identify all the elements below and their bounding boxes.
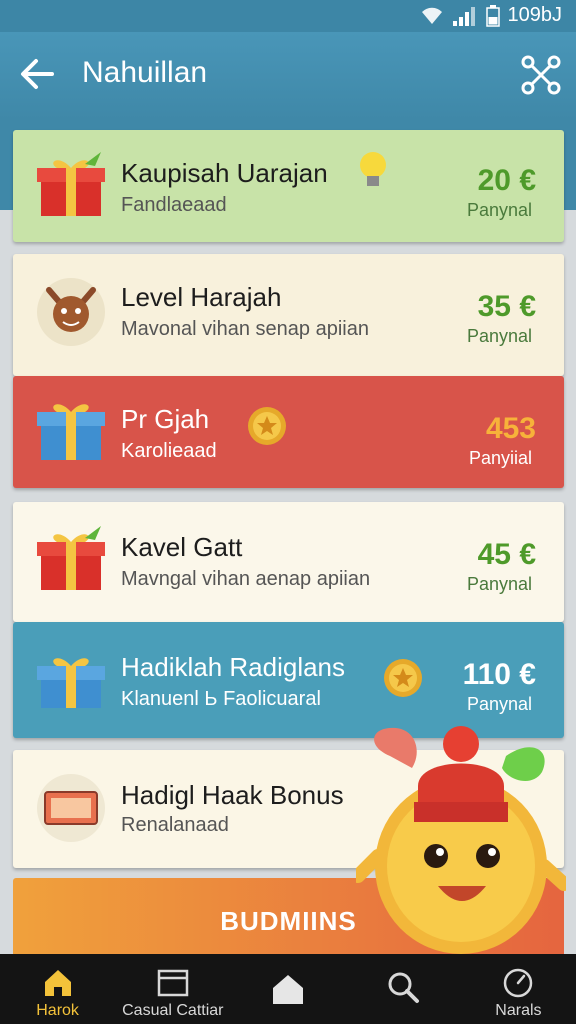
bottom-nav: Harok Casual Cattiar Narals [0,954,576,1024]
wifi-icon [421,7,442,24]
offer-subtitle: Renalanaad [121,814,229,836]
gift-box-icon [37,404,105,460]
offer-price-label: Panynal [466,200,532,220]
signal-icon [452,6,475,26]
offer-price: 35 € [477,290,536,323]
home-icon [44,970,71,996]
mascot-character-icon [356,726,566,954]
arrow-left-icon[interactable] [16,52,60,96]
nav-label: Narals [495,1002,542,1019]
offer-card[interactable]: Kaupisah Uarajan Fandlaeaad 20 € Panynal [13,130,564,242]
nav-item-inbox[interactable]: Casual Cattiar [115,954,230,1024]
gold-coin-icon [384,659,422,697]
offer-card[interactable]: Level Harajah Mavonal vihan senap apiian… [13,254,564,376]
offer-list: Kaupisah Uarajan Fandlaeaad 20 € Panynal… [0,120,576,958]
offer-subtitle: Klanuenl Ь Faolicuaral [121,688,321,710]
status-icons: 109bJ [420,4,563,27]
battery-icon [485,4,500,27]
clock-icon [504,968,533,998]
lightbulb-icon [360,152,386,186]
gift-box-icon [37,526,105,590]
gift-box-icon [37,152,105,216]
offer-title: Hadiklah Radiglans [121,652,346,682]
status-bar: 109bJ [0,0,576,32]
nav-label: Harok [36,1002,79,1019]
offer-title: Hadigl Haak Bonus [121,780,344,810]
offer-price-label: Panyiial [468,448,532,468]
nav-item-narals[interactable]: Narals [461,954,576,1024]
offer-title: Kavel Gatt [121,532,243,562]
share-network-icon[interactable] [520,54,562,96]
offer-price: 45 € [477,538,536,571]
offer-title: Kaupisah Uarajan [121,158,328,188]
nav-item-home[interactable]: Harok [0,954,115,1024]
offer-title: Level Harajah [121,282,282,312]
offer-subtitle: Fandlaeaad [121,194,227,216]
offer-price-label: Panynal [466,574,532,594]
offer-price: 453 [485,412,536,445]
creature-avatar-icon [37,278,105,346]
offer-subtitle: Mavngal vihan aenap apiian [121,568,371,590]
nav-label: Casual Cattiar [122,1002,224,1019]
offer-price: 110 € [462,658,536,691]
app-bar: Nahuillan [0,32,576,120]
offer-title: Pr Gjah [121,404,210,434]
status-time: 109bJ [507,4,563,26]
inbox-icon [157,969,189,997]
ticket-icon [37,774,105,842]
nav-item-center[interactable] [230,954,345,1024]
page-title: Nahuillan [82,56,208,89]
gold-coin-icon [248,407,286,445]
offer-subtitle: Mavonal vihan senap apiian [121,318,369,340]
offer-price-label: Panynal [466,694,532,714]
offer-price-label: Panynal [466,326,532,346]
house-shape-icon [273,975,303,1004]
offer-card[interactable]: Kavel Gatt Mavngal vihan aenap apiian 45… [13,502,564,622]
search-icon [388,972,420,1003]
nav-item-search[interactable] [346,954,461,1024]
offer-price: 20 € [477,164,536,197]
offer-subtitle: Karolieaad [121,440,217,462]
offer-card[interactable]: Pr Gjah Karolieaad 453 Panyiial [13,376,564,488]
gift-box-icon [37,658,105,708]
